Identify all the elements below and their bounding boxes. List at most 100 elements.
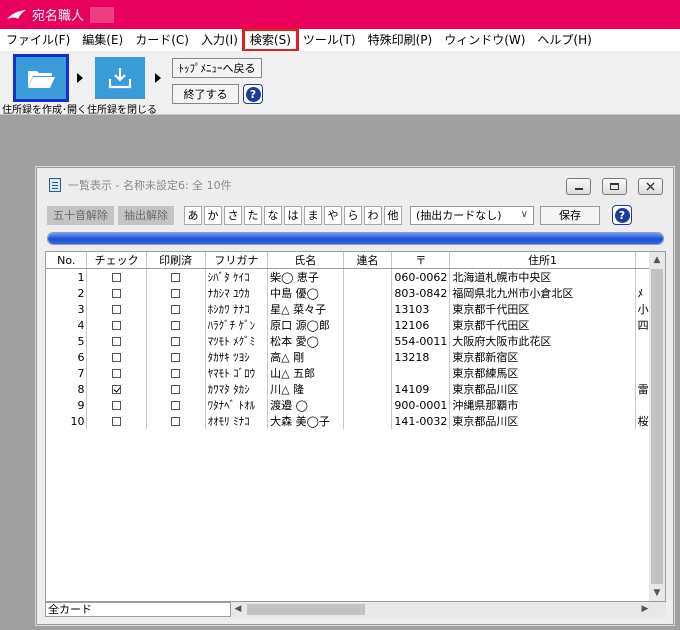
cell-check [86, 268, 147, 285]
open-address-book-button[interactable] [16, 57, 66, 99]
table-row[interactable]: 3 ﾎｼｶﾜ ﾅﾅｺ 星△ 菜々子 13103 東京都千代田区小 [46, 301, 665, 317]
top-menu-button[interactable]: ﾄｯﾌﾟﾒﾆｭｰへ戻る [172, 58, 262, 78]
row-checkbox[interactable] [112, 401, 122, 410]
kana-button-a[interactable]: あ [184, 205, 202, 225]
gojuon-clear-button[interactable]: 五十音解除 [47, 205, 114, 225]
menu-search[interactable]: 検索(S) [241, 28, 299, 52]
help-icon[interactable]: ? [243, 84, 263, 104]
close-window-button[interactable] [638, 178, 663, 195]
cell-renmei [343, 285, 393, 301]
menu-special-print[interactable]: 特殊印刷(P) [362, 30, 439, 50]
extract-clear-button[interactable]: 抽出解除 [118, 205, 174, 225]
row-checkbox[interactable] [112, 369, 122, 378]
table-row[interactable]: 4 ﾊﾗｸﾞﾁ ｹﾞﾝ 原口 源◯郎 12106 東京都千代田区四 [46, 317, 665, 333]
kana-button-other[interactable]: 他 [384, 205, 402, 225]
cell-check [86, 317, 147, 333]
exit-button[interactable]: 終了する [172, 84, 239, 104]
list-help-icon[interactable]: ? [612, 205, 632, 225]
table-row[interactable]: 9 ﾜﾀﾅﾍﾞ ﾄｵﾙ 渡邉 ◯ 900-0001 沖縄県那覇市 [46, 397, 665, 413]
menu-help[interactable]: ヘルプ(H) [531, 30, 597, 50]
row-checkbox[interactable] [112, 385, 122, 394]
scroll-up-icon[interactable]: ▲ [649, 252, 665, 268]
col-header-furigana[interactable]: フリガナ [205, 252, 269, 269]
kana-button-ta[interactable]: た [244, 205, 262, 225]
row-checkbox[interactable] [112, 321, 122, 330]
kana-button-sa[interactable]: さ [224, 205, 242, 225]
table-row[interactable]: 2 ﾅｶｼﾏ ﾕｳｶ 中島 優◯ 803-0842 福岡県北九州市小倉北区ﾒ [46, 285, 665, 301]
col-header-name[interactable]: 氏名 [267, 252, 344, 269]
app-logo-icon [7, 9, 26, 19]
row-checkbox[interactable] [112, 337, 122, 346]
kana-button-ha[interactable]: は [284, 205, 302, 225]
cell-printed [146, 381, 206, 397]
row-checkbox[interactable] [171, 321, 181, 330]
horizontal-scrollbar[interactable]: ◀ ▶ [231, 601, 666, 617]
table-row[interactable]: 10 ｵｵﾓﾘ ﾐﾅｺ 大森 美◯子 141-0032 東京都品川区桜 [46, 413, 665, 429]
vertical-scrollbar[interactable]: ▲ ▼ [649, 252, 665, 601]
row-checkbox[interactable] [171, 401, 181, 410]
cell-name: 松本 愛◯ [267, 333, 344, 349]
table-row[interactable]: 5 ﾏﾂﾓﾄ ﾒｸﾞﾐ 松本 愛◯ 554-0011 大阪府大阪市此花区 [46, 333, 665, 349]
col-header-zip[interactable]: 〒 [391, 252, 451, 269]
row-checkbox[interactable] [171, 385, 181, 394]
kana-button-ra[interactable]: ら [344, 205, 362, 225]
extract-filter-select[interactable]: (抽出カードなし) ∨ [410, 205, 534, 225]
list-window: 一覧表示 - 名称未設定6: 全 10件 五十音解除 抽出解除 あ か さ た … [36, 167, 674, 625]
cell-check [86, 381, 147, 397]
horizontal-scroll-thumb[interactable] [247, 603, 365, 615]
row-checkbox[interactable] [112, 273, 122, 282]
row-checkbox[interactable] [171, 369, 181, 378]
menu-card[interactable]: カード(C) [129, 30, 195, 50]
cell-printed [146, 413, 206, 429]
save-button[interactable]: 保存 [540, 205, 600, 225]
scroll-down-icon[interactable]: ▼ [649, 585, 665, 601]
kana-button-ka[interactable]: か [204, 205, 222, 225]
cell-zip: 554-0011 [391, 333, 451, 349]
row-checkbox[interactable] [171, 289, 181, 298]
col-header-address1[interactable]: 住所1 [449, 252, 636, 269]
cell-address1: 大阪府大阪市此花区 [449, 333, 636, 349]
maximize-button[interactable] [602, 178, 627, 195]
cell-printed [146, 365, 206, 381]
menu-tools[interactable]: ツール(T) [297, 30, 362, 50]
kana-button-ma[interactable]: ま [304, 205, 322, 225]
vertical-scroll-thumb[interactable] [651, 269, 663, 584]
col-header-renmei[interactable]: 連名 [343, 252, 393, 269]
row-checkbox[interactable] [171, 353, 181, 362]
folder-open-icon [28, 71, 55, 88]
menu-window[interactable]: ウィンドウ(W) [438, 30, 531, 50]
cell-address1: 東京都新宿区 [449, 349, 636, 365]
menu-file[interactable]: ファイル(F) [0, 30, 76, 50]
cell-check [86, 349, 147, 365]
menu-edit[interactable]: 編集(E) [76, 30, 129, 50]
row-checkbox[interactable] [112, 417, 122, 426]
cell-furigana: ﾀｶｻｷ ﾂﾖｼ [205, 349, 269, 365]
document-icon [49, 177, 61, 192]
row-checkbox[interactable] [112, 353, 122, 362]
cell-no: 1 [46, 268, 88, 285]
table-row[interactable]: 7 ﾔﾏﾓﾄ ｺﾞﾛｳ 山△ 五郎 東京都練馬区 [46, 365, 665, 381]
row-checkbox[interactable] [171, 337, 181, 346]
table-row[interactable]: 8 ｶﾜﾏﾀ ﾀｶｼ 川△ 隆 14109 東京都品川区雷 [46, 381, 665, 397]
cell-no: 7 [46, 365, 88, 381]
col-header-no[interactable]: No. [46, 252, 88, 269]
table-row[interactable]: 6 ﾀｶｻｷ ﾂﾖｼ 高△ 剛 13218 東京都新宿区 [46, 349, 665, 365]
scroll-right-icon[interactable]: ▶ [638, 602, 652, 617]
col-header-check[interactable]: チェック [86, 252, 147, 269]
kana-button-wa[interactable]: わ [364, 205, 382, 225]
cell-printed [146, 317, 206, 333]
kana-button-ya[interactable]: や [324, 205, 342, 225]
kana-button-na[interactable]: な [264, 205, 282, 225]
menu-input[interactable]: 入力(I) [195, 30, 244, 50]
close-address-book-button[interactable] [95, 57, 145, 99]
row-checkbox[interactable] [171, 305, 181, 314]
row-checkbox[interactable] [112, 305, 122, 314]
row-checkbox[interactable] [171, 417, 181, 426]
cell-no: 9 [46, 397, 88, 413]
scroll-left-icon[interactable]: ◀ [231, 602, 245, 617]
row-checkbox[interactable] [112, 289, 122, 298]
minimize-button[interactable] [566, 178, 591, 195]
table-row[interactable]: 1 ｼﾊﾞﾀ ｹｲｺ 柴◯ 恵子 060-0062 北海道札幌市中央区 [46, 268, 665, 285]
col-header-printed[interactable]: 印刷済 [146, 252, 206, 269]
row-checkbox[interactable] [171, 273, 181, 282]
